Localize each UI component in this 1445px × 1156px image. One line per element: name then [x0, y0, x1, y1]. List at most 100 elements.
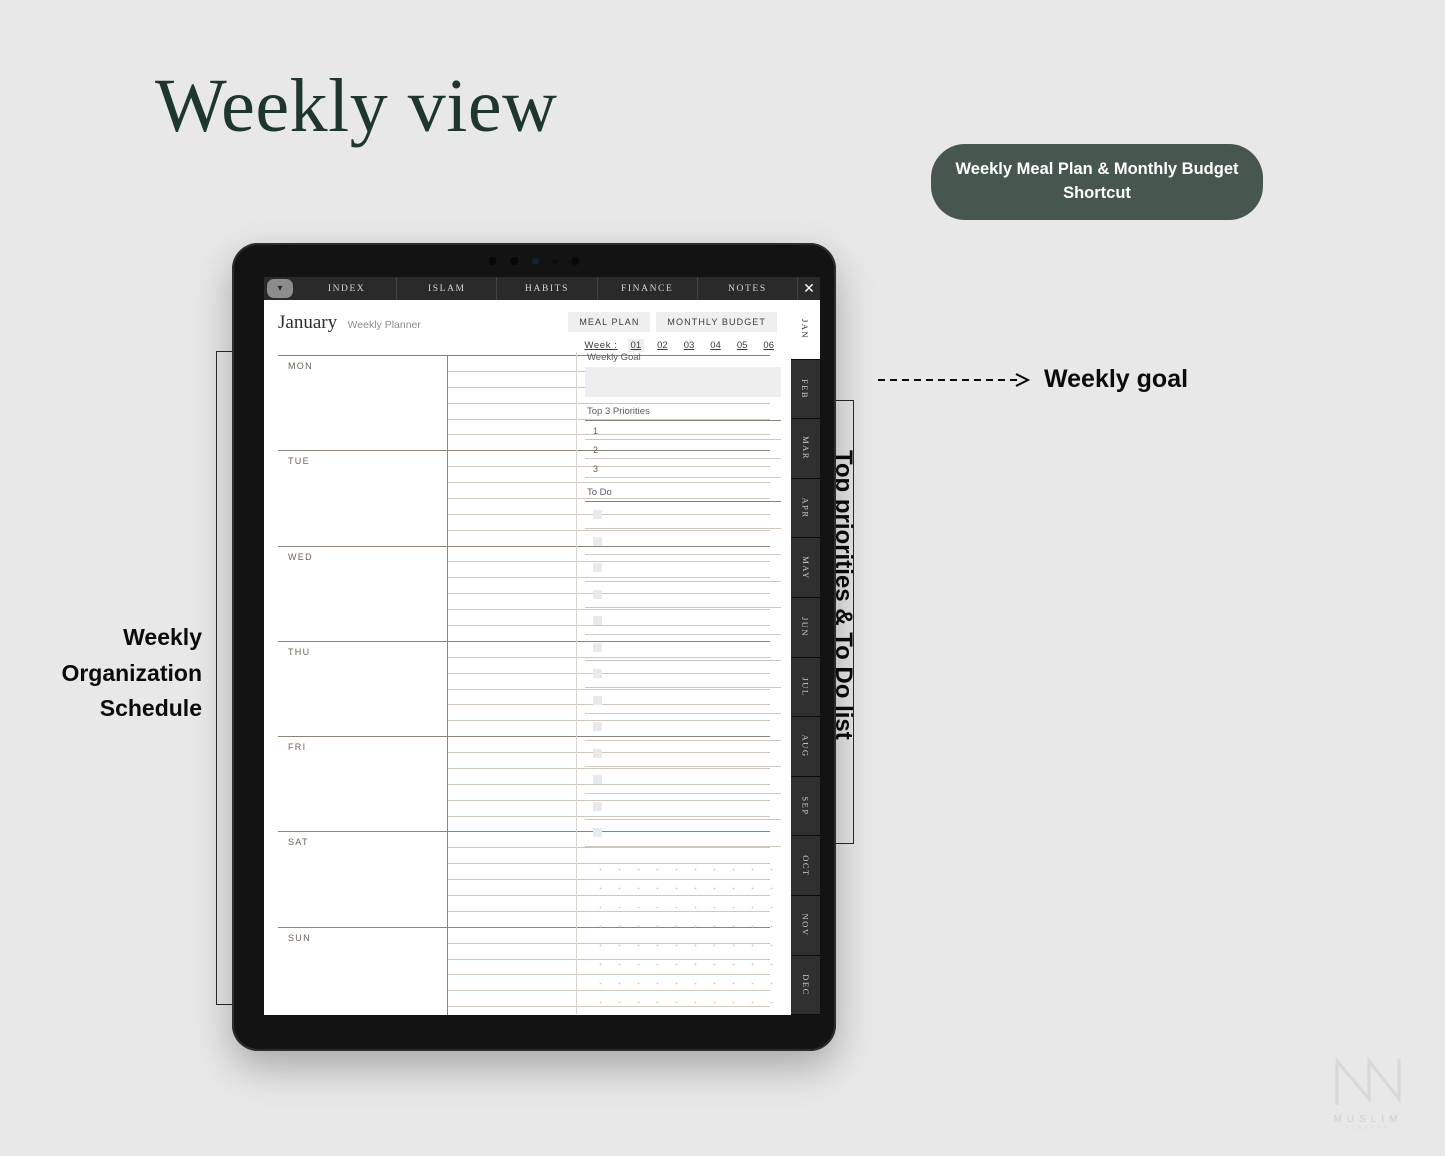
todo-row[interactable]	[585, 767, 781, 794]
tab-notes[interactable]: NOTES	[698, 277, 799, 300]
todo-row[interactable]	[585, 582, 781, 608]
month-tab-may[interactable]: MAY	[791, 538, 820, 598]
watermark-sub: PLANNER	[1345, 1125, 1391, 1131]
checkbox-icon[interactable]	[593, 669, 602, 679]
weekly-goal-label: Weekly Goal	[587, 352, 641, 363]
day-notes-area[interactable]: SAT	[278, 832, 448, 927]
camera-array	[488, 257, 580, 265]
page-title: Weekly view	[155, 64, 558, 148]
week-02[interactable]: 02	[654, 339, 671, 352]
todo-row[interactable]	[585, 529, 781, 555]
tablet-screen: ▾ INDEX ISLAM HABITS FINANCE NOTES ✕ Jan…	[264, 277, 820, 1015]
month-tab-aug[interactable]: AUG	[791, 717, 820, 777]
day-notes-area[interactable]: THU	[278, 641, 448, 737]
camera-lens-icon	[571, 257, 580, 265]
planner-header: January Weekly Planner MEAL PLAN MONTHLY…	[264, 308, 791, 352]
week-06[interactable]: 06	[760, 339, 777, 352]
month-tab-jun[interactable]: JUN	[791, 597, 820, 658]
brand-monogram-icon	[1335, 1056, 1401, 1105]
month-tab-label: NOV	[800, 913, 811, 937]
checkbox-icon[interactable]	[593, 642, 602, 652]
month-tab-label: MAR	[800, 436, 811, 461]
priority-row-1[interactable]: 1	[585, 421, 781, 440]
month-tab-label: JUL	[800, 677, 811, 697]
day-label: MON	[288, 361, 313, 371]
dot-grid-area[interactable]	[585, 853, 781, 1015]
day-notes-area[interactable]: SUN	[278, 927, 448, 1015]
week-04[interactable]: 04	[707, 339, 724, 352]
checkbox-icon[interactable]	[593, 695, 602, 705]
checkbox-icon[interactable]	[593, 748, 602, 758]
camera-lens-icon	[488, 257, 497, 265]
month-tab-mar[interactable]: MAR	[791, 419, 820, 479]
top-navigation-bar: ▾ INDEX ISLAM HABITS FINANCE NOTES ✕	[264, 277, 820, 300]
checkbox-icon[interactable]	[593, 589, 602, 599]
todo-row[interactable]	[585, 714, 781, 741]
planner-subtitle: Weekly Planner	[347, 319, 421, 331]
month-tab-jan[interactable]: JAN	[791, 300, 820, 360]
todo-row[interactable]	[585, 741, 781, 767]
todo-row[interactable]	[585, 688, 781, 714]
todo-row[interactable]	[585, 635, 781, 661]
top-priorities-label: Top 3 Priorities	[585, 406, 781, 421]
tab-index[interactable]: INDEX	[297, 277, 398, 300]
chevron-down-icon[interactable]: ▾	[267, 279, 293, 298]
todo-label: To Do	[585, 487, 781, 502]
checkbox-icon[interactable]	[593, 722, 602, 732]
month-tab-label: OCT	[800, 854, 811, 877]
todo-row[interactable]	[585, 661, 781, 688]
day-notes-area[interactable]: FRI	[278, 737, 448, 832]
checkbox-icon[interactable]	[593, 563, 602, 573]
month-tab-apr[interactable]: APR	[791, 478, 820, 539]
close-icon[interactable]: ✕	[798, 277, 820, 300]
todo-row[interactable]	[585, 794, 781, 820]
monthly-budget-button[interactable]: MONTHLY BUDGET	[656, 312, 777, 332]
page-root: Weekly view Weekly Meal Plan & Monthly B…	[0, 0, 1445, 1156]
tab-islam[interactable]: ISLAM	[397, 277, 498, 300]
day-label: TUE	[288, 456, 310, 467]
day-notes-area[interactable]: WED	[278, 546, 448, 641]
month-tab-jul[interactable]: JUL	[791, 657, 820, 718]
checkbox-icon[interactable]	[593, 801, 602, 811]
checkbox-icon[interactable]	[593, 536, 602, 546]
week-03[interactable]: 03	[681, 339, 698, 352]
month-tab-nov[interactable]: NOV	[791, 895, 820, 956]
month-tab-sep[interactable]: SEP	[791, 776, 820, 837]
day-label: THU	[288, 646, 311, 657]
annotation-arrow	[878, 371, 1033, 389]
month-tab-dec[interactable]: DEC	[791, 955, 820, 1015]
sensor-icon	[532, 258, 539, 264]
day-notes-area[interactable]: MON	[278, 356, 448, 451]
tab-habits[interactable]: HABITS	[497, 277, 598, 300]
checkbox-icon[interactable]	[593, 510, 602, 520]
todo-row[interactable]	[585, 820, 781, 847]
week-05[interactable]: 05	[734, 339, 751, 352]
day-label: FRI	[288, 742, 307, 753]
priority-row-3[interactable]: 3	[585, 459, 781, 478]
checkbox-icon[interactable]	[593, 616, 602, 626]
day-label: SAT	[288, 837, 309, 848]
tab-finance[interactable]: FINANCE	[598, 277, 698, 300]
day-label: WED	[288, 551, 313, 562]
todo-row[interactable]	[585, 502, 781, 529]
day-label: SUN	[288, 932, 311, 943]
month-tab-label: APR	[800, 497, 811, 519]
checkbox-icon[interactable]	[593, 828, 602, 838]
week-01[interactable]: 01	[627, 339, 645, 352]
watermark: MUSLIM PLANNER	[1312, 1055, 1424, 1131]
weekly-goal-input[interactable]	[585, 367, 781, 397]
month-tab-label: MAY	[800, 555, 811, 580]
annotation-weekly-goal: Weekly goal	[1044, 365, 1189, 393]
todo-row[interactable]	[585, 608, 781, 635]
todo-row[interactable]	[585, 555, 781, 582]
month-tab-feb[interactable]: FEB	[791, 359, 820, 420]
month-tab-oct[interactable]: OCT	[791, 836, 820, 896]
day-notes-area[interactable]: TUE	[278, 451, 448, 546]
watermark-name: MUSLIM	[1333, 1114, 1403, 1125]
tablet-device: ▾ INDEX ISLAM HABITS FINANCE NOTES ✕ Jan…	[232, 243, 836, 1051]
goal-priorities-pane: Weekly Goal Top 3 Priorities 1 2 3 To Do	[576, 352, 789, 1015]
checkbox-icon[interactable]	[593, 775, 602, 785]
meal-plan-button[interactable]: MEAL PLAN	[568, 312, 651, 332]
shortcut-badge: Weekly Meal Plan & Monthly Budget Shortc…	[931, 144, 1263, 220]
priority-row-2[interactable]: 2	[585, 440, 781, 459]
